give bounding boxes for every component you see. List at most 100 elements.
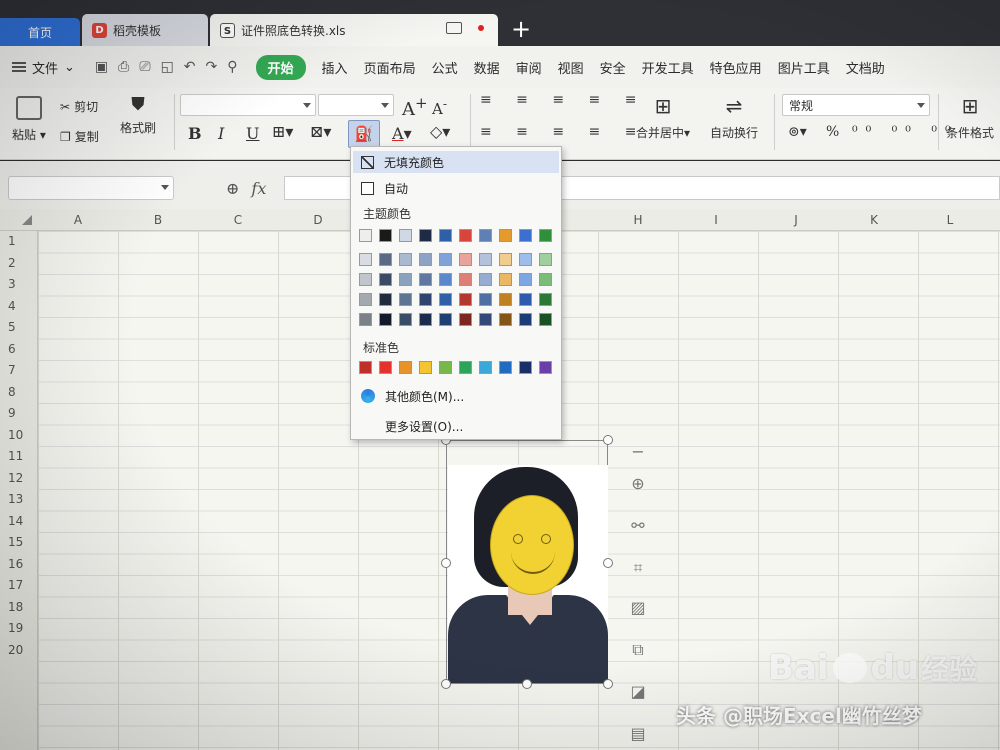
theme-shade-swatch[interactable] (419, 253, 432, 266)
row-header[interactable]: 20 (8, 643, 23, 657)
theme-shade-swatch[interactable] (379, 253, 392, 266)
theme-color-swatch[interactable] (359, 229, 372, 242)
align-top-icons[interactable]: ≡ ≡ ≡ ≡ ≡ (480, 92, 646, 108)
menu-tab[interactable]: 文档助 (846, 58, 885, 77)
theme-shade-swatch[interactable] (419, 313, 432, 326)
export-icon[interactable]: ⎙ (118, 59, 129, 75)
standard-color-swatch[interactable] (379, 361, 392, 374)
theme-shade-swatch[interactable] (459, 313, 472, 326)
font-grow-button[interactable]: A+ (402, 94, 428, 120)
theme-color-swatch[interactable] (479, 229, 492, 242)
theme-shade-swatch[interactable] (519, 313, 532, 326)
currency-icon[interactable]: ⊚▾ (788, 124, 807, 140)
align-horizontal-icons[interactable]: ≡ ≡ ≡ ≡ ≡ (480, 124, 646, 140)
theme-shade-swatch[interactable] (439, 293, 452, 306)
selected-picture[interactable] (441, 435, 613, 689)
theme-shade-swatch[interactable] (519, 293, 532, 306)
redo-icon[interactable]: ↷ (206, 59, 218, 75)
theme-color-swatch[interactable] (459, 229, 472, 242)
more-settings-option[interactable]: 更多设置(O)... (353, 415, 559, 437)
theme-shade-swatch[interactable] (479, 313, 492, 326)
layers-icon[interactable]: ⧉ (626, 638, 650, 662)
row-header[interactable]: 16 (8, 557, 23, 571)
column-header[interactable]: L (940, 213, 960, 227)
theme-shade-swatch[interactable] (539, 273, 552, 286)
fx-icon[interactable]: fx (251, 179, 266, 198)
theme-shade-swatch[interactable] (479, 273, 492, 286)
column-header[interactable]: C (228, 213, 248, 227)
menu-tab[interactable]: 图片工具 (778, 58, 830, 77)
italic-button[interactable]: I (218, 124, 224, 143)
row-header[interactable]: 17 (8, 578, 23, 592)
row-header[interactable]: 2 (8, 256, 16, 270)
theme-shade-swatch[interactable] (539, 313, 552, 326)
menu-tab[interactable]: 视图 (558, 58, 584, 77)
menu-tab[interactable]: 数据 (474, 58, 500, 77)
row-header[interactable]: 9 (8, 406, 16, 420)
standard-color-swatch[interactable] (439, 361, 452, 374)
theme-shade-swatch[interactable] (519, 253, 532, 266)
theme-color-swatch[interactable] (539, 229, 552, 242)
theme-shade-swatch[interactable] (499, 293, 512, 306)
zoom-in-icon[interactable]: ⊕ (626, 472, 650, 496)
theme-shade-swatch[interactable] (539, 253, 552, 266)
print-icon[interactable]: ⎚ (139, 59, 150, 75)
theme-shade-swatch[interactable] (459, 273, 472, 286)
menu-tab[interactable]: 开始 (255, 54, 306, 80)
theme-color-swatch[interactable] (379, 229, 392, 242)
row-header[interactable]: 4 (8, 299, 16, 313)
undo-icon[interactable]: ↶ (184, 59, 196, 75)
row-header[interactable]: 1 (8, 234, 16, 248)
theme-color-swatch[interactable] (399, 229, 412, 242)
bold-button[interactable]: B (188, 124, 202, 143)
theme-shade-swatch[interactable] (499, 253, 512, 266)
merge-center-button[interactable]: ⊞ 合并居中▾ (636, 94, 690, 141)
standard-color-swatch[interactable] (539, 361, 552, 374)
resize-handle-br[interactable] (603, 679, 613, 689)
tab-template[interactable]: D 稻壳模板 (82, 14, 208, 46)
zoom-out-icon[interactable]: − (626, 440, 650, 464)
theme-shade-swatch[interactable] (459, 293, 472, 306)
theme-shade-swatch[interactable] (539, 293, 552, 306)
theme-shade-swatch[interactable] (419, 273, 432, 286)
picture-effect-icon[interactable]: ◪ (626, 680, 650, 704)
row-header[interactable]: 13 (8, 492, 23, 506)
more-tools-icon[interactable]: ▤ (626, 722, 650, 746)
row-header[interactable]: 10 (8, 428, 23, 442)
theme-shade-swatch[interactable] (399, 313, 412, 326)
percent-button[interactable]: % (826, 124, 839, 140)
no-fill-option[interactable]: 无填充颜色 (353, 151, 559, 173)
theme-shade-swatch[interactable] (379, 273, 392, 286)
row-header[interactable]: 8 (8, 385, 16, 399)
resize-handle-bm[interactable] (522, 679, 532, 689)
image-edit-icon[interactable]: ▨ (626, 596, 650, 620)
crop-icon[interactable]: ⌗ (626, 556, 650, 580)
row-header[interactable]: 11 (8, 449, 23, 463)
column-header[interactable]: D (308, 213, 328, 227)
standard-color-swatch[interactable] (519, 361, 532, 374)
column-header[interactable]: I (706, 213, 726, 227)
paste-button[interactable]: 粘贴 ▾ (12, 96, 46, 143)
resize-handle-bl[interactable] (441, 679, 451, 689)
window-icon[interactable] (446, 22, 462, 34)
format-painter-button[interactable]: ⛊ 格式刷 (120, 94, 156, 136)
more-colors-option[interactable]: 其他颜色(M)... (353, 385, 559, 407)
resize-handle-tr[interactable] (603, 435, 613, 445)
theme-shade-swatch[interactable] (359, 293, 372, 306)
theme-shade-swatch[interactable] (399, 273, 412, 286)
theme-color-swatch[interactable] (439, 229, 452, 242)
theme-shade-swatch[interactable] (439, 273, 452, 286)
theme-color-swatch[interactable] (519, 229, 532, 242)
number-format-select[interactable]: 常规 (782, 94, 930, 116)
menu-tab[interactable]: 开发工具 (642, 58, 694, 77)
standard-color-swatch[interactable] (399, 361, 412, 374)
column-header[interactable]: H (628, 213, 648, 227)
theme-shade-swatch[interactable] (499, 313, 512, 326)
column-header[interactable]: A (68, 213, 88, 227)
row-header[interactable]: 12 (8, 471, 23, 485)
menu-tab[interactable]: 插入 (322, 58, 348, 77)
theme-shade-swatch[interactable] (379, 313, 392, 326)
decimal-icons[interactable]: ⁰⁰ ⁰⁰ ⁰⁰ (852, 124, 959, 140)
column-header[interactable]: B (148, 213, 168, 227)
save-icon[interactable]: ▣ (95, 59, 108, 75)
